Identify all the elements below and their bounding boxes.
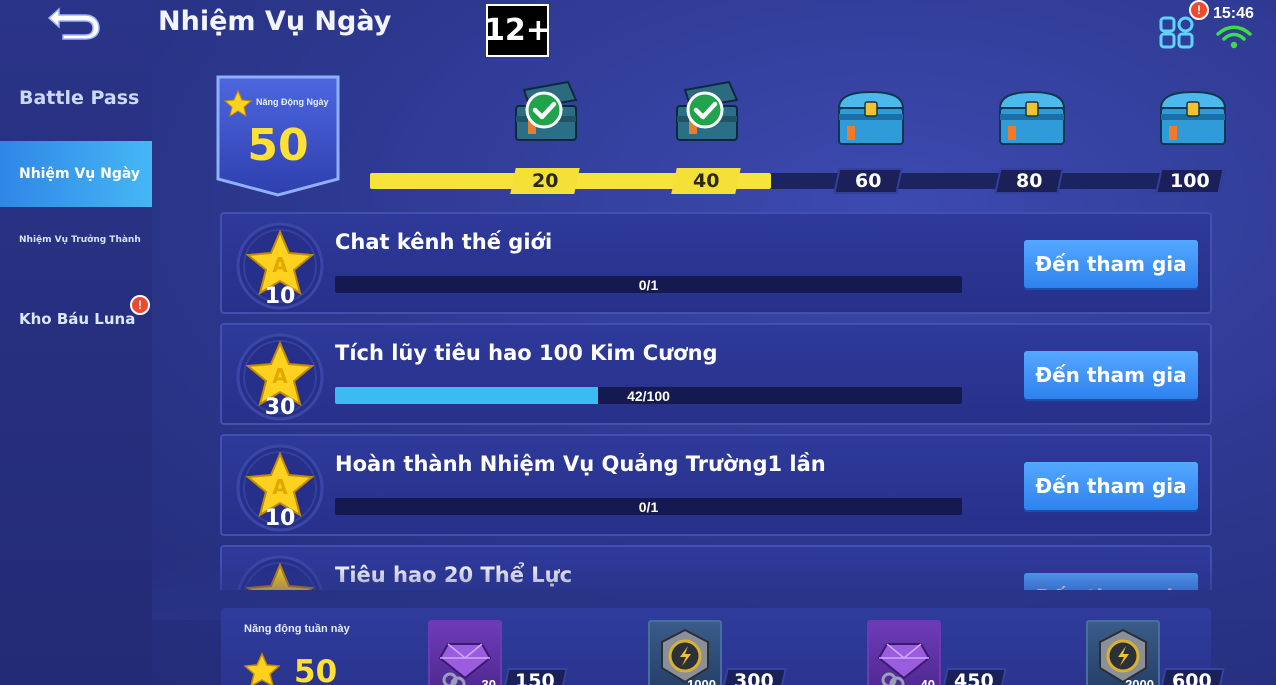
go-participate-button[interactable]: Đến tham gia bbox=[1024, 240, 1198, 288]
page-title: Nhiệm Vụ Ngày bbox=[158, 6, 392, 37]
milestone-value: 20 bbox=[531, 170, 559, 192]
svg-text:A: A bbox=[272, 364, 288, 388]
weekly-activity-value: 50 bbox=[294, 654, 338, 685]
gold-coin-icon bbox=[661, 628, 709, 684]
weekly-reward-tile[interactable]: 40 bbox=[867, 620, 941, 685]
sidebar-item-label: Nhiệm Vụ Trưởng Thành bbox=[19, 235, 141, 245]
go-participate-button[interactable]: Đến tham gia bbox=[1024, 351, 1198, 399]
sidebar-item-growth-quests[interactable]: Nhiệm Vụ Trưởng Thành bbox=[0, 230, 152, 250]
weekly-milestone-marker: 300 bbox=[721, 668, 787, 685]
back-button[interactable] bbox=[44, 0, 106, 42]
sidebar: Battle Pass Nhiệm Vụ Ngày Nhiệm Vụ Trưởn… bbox=[0, 0, 152, 685]
reward-quantity: 30 bbox=[481, 677, 496, 685]
quest-progress-bar: 0/1 bbox=[335, 498, 962, 515]
quest-reward-amount: 10 bbox=[264, 284, 296, 309]
locked-chest-icon bbox=[998, 90, 1066, 145]
quest-progress-text: 0/1 bbox=[638, 498, 659, 515]
weekly-milestone-marker: 600 bbox=[1159, 668, 1225, 685]
milestone-marker: 80 bbox=[994, 168, 1064, 194]
quest-title: Chat kênh thế giới bbox=[335, 230, 553, 254]
weekly-reward-tile[interactable]: 2000 bbox=[1086, 620, 1160, 685]
sidebar-item-luna-treasure[interactable]: Kho Báu Luna bbox=[0, 304, 152, 334]
svg-text:A: A bbox=[272, 253, 288, 277]
grid-menu-icon bbox=[1159, 16, 1194, 49]
quest-list[interactable]: A 10 Chat kênh thế giới 0/1 Đến tham gia… bbox=[220, 212, 1212, 590]
locked-chest-icon bbox=[837, 90, 905, 145]
clock: 15:46 bbox=[1213, 5, 1254, 22]
weekly-activity-label: Năng động tuần này bbox=[244, 623, 350, 635]
sidebar-item-label: Nhiệm Vụ Ngày bbox=[19, 166, 140, 182]
quest-card: A 30 Tích lũy tiêu hao 100 Kim Cương 42/… bbox=[220, 323, 1212, 425]
weekly-milestone-value: 150 bbox=[515, 670, 555, 685]
weekly-reward-tile[interactable]: 30 bbox=[428, 620, 502, 685]
quest-reward-amount: 10 bbox=[264, 506, 296, 531]
open-chest-icon bbox=[515, 80, 578, 141]
reward-chest[interactable] bbox=[994, 86, 1070, 158]
sidebar-item-label: Battle Pass bbox=[19, 87, 140, 109]
quest-title: Tích lũy tiêu hao 100 Kim Cương bbox=[335, 341, 718, 365]
age-rating-badge: 12+ bbox=[484, 4, 551, 57]
milestone-marker: 20 bbox=[510, 168, 580, 194]
wifi-icon bbox=[1216, 25, 1252, 49]
grid-menu-button[interactable] bbox=[1158, 14, 1196, 50]
gold-coin-icon bbox=[1099, 628, 1147, 684]
milestone-value: 60 bbox=[854, 170, 882, 192]
reward-chest[interactable] bbox=[833, 86, 909, 158]
alert-icon: ! bbox=[1189, 0, 1209, 20]
sidebar-item-battle-pass[interactable]: Battle Pass bbox=[0, 82, 152, 114]
weekly-milestone-value: 600 bbox=[1172, 670, 1212, 685]
svg-text:A: A bbox=[272, 475, 288, 499]
quest-reward-amount: 30 bbox=[264, 395, 296, 420]
sidebar-item-daily-quests[interactable]: Nhiệm Vụ Ngày bbox=[0, 141, 152, 207]
daily-activity-value: 50 bbox=[247, 120, 309, 171]
weekly-milestone-value: 450 bbox=[954, 670, 994, 685]
milestone-value: 40 bbox=[692, 170, 720, 192]
locked-chest-icon bbox=[1159, 90, 1227, 145]
weekly-milestone-marker: 450 bbox=[941, 668, 1007, 685]
quest-card: A 10 Chat kênh thế giới 0/1 Đến tham gia bbox=[220, 212, 1212, 314]
quest-card: A 10 Hoàn thành Nhiệm Vụ Quảng Trường1 l… bbox=[220, 434, 1212, 536]
star-icon bbox=[244, 652, 280, 685]
back-arrow-icon bbox=[47, 7, 100, 40]
daily-quests-screen: Battle Pass Nhiệm Vụ Ngày Nhiệm Vụ Trưởn… bbox=[0, 0, 1276, 685]
weekly-milestone-value: 300 bbox=[734, 670, 774, 685]
reward-quantity: 2000 bbox=[1125, 677, 1154, 685]
quest-progress-text: 0/1 bbox=[638, 276, 659, 293]
weekly-milestone-marker: 150 bbox=[502, 668, 568, 685]
sidebar-item-label: Kho Báu Luna bbox=[19, 310, 136, 328]
open-chest-icon bbox=[676, 80, 739, 141]
milestone-marker: 100 bbox=[1155, 168, 1225, 194]
milestone-marker: 40 bbox=[671, 168, 741, 194]
reward-chest[interactable] bbox=[1155, 86, 1231, 158]
reward-quantity: 40 bbox=[920, 677, 935, 685]
milestone-value: 80 bbox=[1015, 170, 1043, 192]
reward-chest[interactable] bbox=[671, 76, 747, 148]
quest-progress-bar: 0/1 bbox=[335, 276, 962, 293]
purple-gem-icon bbox=[877, 643, 931, 685]
weekly-reward-tile[interactable]: 1000 bbox=[648, 620, 722, 685]
reward-quantity: 1000 bbox=[687, 677, 716, 685]
quest-title: Hoàn thành Nhiệm Vụ Quảng Trường1 lần bbox=[335, 452, 826, 476]
quest-progress-text: 42/100 bbox=[627, 387, 670, 404]
quest-progress-bar: 42/100 bbox=[335, 387, 962, 404]
daily-progress-track bbox=[370, 173, 1215, 189]
alert-icon: ! bbox=[130, 295, 150, 315]
reward-chest[interactable] bbox=[510, 76, 586, 148]
purple-gem-icon bbox=[438, 643, 492, 685]
daily-activity-label: Năng Động Ngày bbox=[256, 97, 329, 107]
milestone-marker: 60 bbox=[833, 168, 903, 194]
go-participate-button[interactable]: Đến tham gia bbox=[1024, 462, 1198, 510]
milestone-value: 100 bbox=[1170, 170, 1210, 192]
